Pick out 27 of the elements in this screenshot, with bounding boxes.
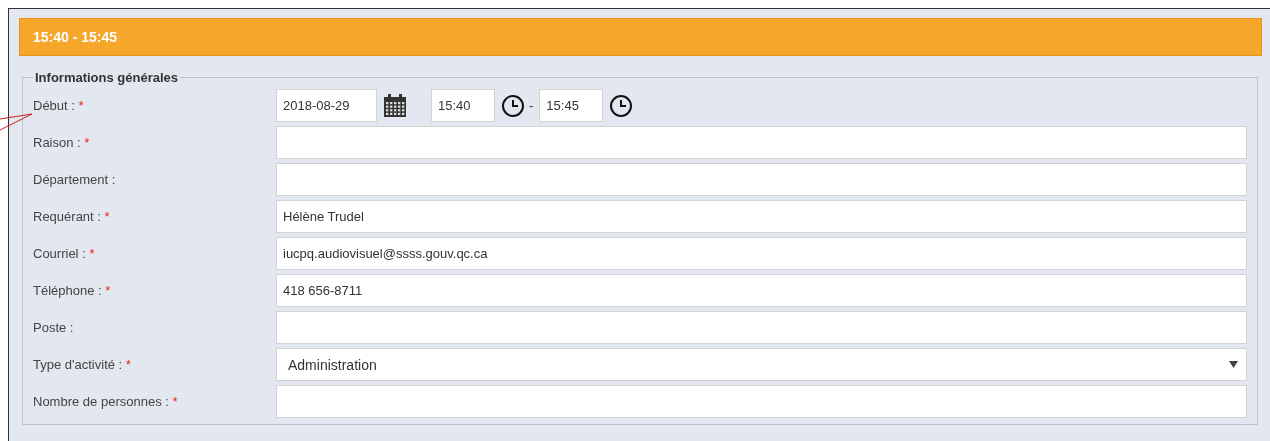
activity-type-select[interactable]: Administration [276,348,1247,381]
text-field[interactable] [276,163,1247,196]
group-legend: Informations générales [33,70,181,85]
text-field[interactable]: iucpq.audiovisuel@ssss.gouv.qc.ca [276,237,1247,270]
field-label: Raison : * [33,135,91,150]
field-label: Téléphone : * [33,283,112,298]
clock-icon[interactable] [609,93,634,118]
text-field[interactable]: 418 656-8711 [276,274,1247,307]
text-field[interactable]: Hélène Trudel [276,200,1247,233]
field-label: Poste : [33,320,75,335]
field-label: Requérant : * [33,209,111,224]
end-time-field[interactable]: 15:45 [539,89,604,122]
field-label: Département : [33,172,117,187]
calendar-icon[interactable] [383,93,407,118]
caret-icon [1229,361,1238,368]
field-label: Début : * [33,98,85,113]
time-separator: - [529,98,534,113]
field-label: Courriel : * [33,246,96,261]
field-label: Nombre de personnes : * [33,394,179,409]
text-field[interactable] [276,126,1247,159]
text-field[interactable] [276,311,1247,344]
time-range-header: 15:40 - 15:45 [19,18,1262,56]
clock-icon[interactable] [501,93,525,118]
field-label: Type d'activité : * [33,357,132,372]
date-field[interactable]: 2018-08-29 [276,89,377,122]
text-field[interactable] [276,385,1247,418]
start-time-field[interactable]: 15:40 [431,89,495,122]
